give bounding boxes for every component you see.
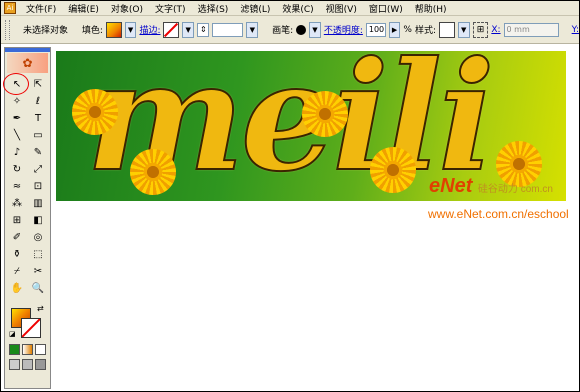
screen-mode-row: [5, 357, 50, 372]
scale-tool-icon[interactable]: ⤢: [28, 161, 48, 177]
slice-tool-icon[interactable]: ⌿: [7, 263, 27, 279]
gradient-tool-icon[interactable]: ◧: [28, 212, 48, 228]
line-tool-icon[interactable]: ╲: [7, 127, 27, 143]
app-icon[interactable]: Ai: [4, 2, 16, 14]
x-input[interactable]: 0 mm: [503, 22, 559, 37]
menu-view[interactable]: 视图(V): [320, 2, 363, 15]
direct-selection-tool-icon[interactable]: ⇱: [28, 76, 48, 92]
stroke-color-box[interactable]: [21, 318, 41, 338]
zoom-tool-icon[interactable]: 🔍: [28, 280, 48, 296]
menu-bar: Ai 文件(F) 编辑(E) 对象(O) 文字(T) 选择(S) 滤镜(L) 效…: [1, 1, 579, 16]
color-mode-icon[interactable]: [9, 344, 20, 355]
watermark-brand: eNet: [429, 175, 473, 197]
menu-effect[interactable]: 效果(C): [276, 2, 319, 15]
flower-logo-icon: ✿: [7, 53, 48, 73]
scissors-tool-icon[interactable]: ✂: [28, 263, 48, 279]
fill-label: 填色:: [81, 26, 103, 36]
rectangle-tool-icon[interactable]: ▭: [28, 127, 48, 143]
highlight-circle: [3, 73, 29, 95]
fill-dropdown[interactable]: ▼: [124, 21, 137, 38]
magic-wand-tool-icon[interactable]: ✧: [7, 93, 27, 109]
menu-type[interactable]: 文字(T): [149, 2, 192, 15]
watermark-sub: 硅谷动力 com.cn: [477, 184, 553, 195]
selection-tool-icon[interactable]: ↖: [3, 73, 29, 95]
menu-filter[interactable]: 滤镜(L): [234, 2, 276, 15]
live-paint-selection-tool-icon[interactable]: ⬚: [28, 246, 48, 262]
pencil-tool-icon[interactable]: ✎: [28, 144, 48, 160]
x-label: X:: [491, 24, 501, 35]
column-graph-tool-icon[interactable]: ▥: [28, 195, 48, 211]
menu-select[interactable]: 选择(S): [192, 2, 235, 15]
stroke-weight-stepper[interactable]: ⇕: [197, 22, 209, 37]
style-swatch[interactable]: [439, 21, 455, 38]
eyedropper-tool-icon[interactable]: ✐: [7, 229, 27, 245]
warp-tool-icon[interactable]: ≈: [7, 178, 27, 194]
illustrator-window: Ai 文件(F) 编辑(E) 对象(O) 文字(T) 选择(S) 滤镜(L) 效…: [0, 0, 580, 392]
live-paint-bucket-tool-icon[interactable]: ⚱: [7, 246, 27, 262]
paintbrush-tool-icon[interactable]: ♪: [7, 144, 27, 160]
swap-colors-icon[interactable]: ⇄: [37, 304, 44, 313]
standard-screen-mode-icon[interactable]: [9, 359, 20, 370]
opacity-unit: %: [403, 24, 412, 35]
tools-panel-titlebar[interactable]: [5, 48, 50, 52]
stroke-swatch[interactable]: [163, 21, 180, 38]
transform-icon[interactable]: ⊞: [472, 21, 489, 38]
color-mode-row: [5, 342, 50, 357]
stroke-weight-input[interactable]: [211, 22, 244, 37]
mesh-tool-icon[interactable]: ⊞: [7, 212, 27, 228]
blend-tool-icon[interactable]: ◎: [28, 229, 48, 245]
none-mode-icon[interactable]: [35, 344, 46, 355]
rotate-tool-icon[interactable]: ↻: [7, 161, 27, 177]
menu-help[interactable]: 帮助(H): [409, 2, 453, 15]
y-label: Y:: [571, 24, 579, 35]
menu-file[interactable]: 文件(F): [20, 2, 62, 15]
document-canvas[interactable]: meili eNet 硅谷动力 com.cn www.eNet.com.cn/e…: [54, 47, 579, 391]
full-screen-mode-icon[interactable]: [35, 359, 46, 370]
free-transform-tool-icon[interactable]: ⊡: [28, 178, 48, 194]
style-label: 样式:: [414, 26, 437, 36]
tools-panel: ✿ ↖ ⇱ ✧ ℓ ✒ T ╲ ▭ ♪ ✎ ↻ ⤢ ≈ ⊡ ⁂ ▥ ⊞ ◧ ✐ ◎ ⚱ ⬚ ⌿ ✂ ✋ 🔍 ⇄ ◪: [3, 47, 51, 389]
control-bar: 未选择对象 填色: ▼ 描边: ▼ ⇕ ▼ 画笔: ▼ 不透明度: 100 ▶ …: [1, 16, 579, 44]
gradient-mode-icon[interactable]: [22, 344, 33, 355]
flower-icon: [72, 89, 118, 135]
stroke-label[interactable]: 描边:: [139, 23, 160, 36]
menu-screen-mode-icon[interactable]: [22, 359, 33, 370]
pen-tool-icon[interactable]: ✒: [7, 110, 27, 126]
fill-swatch[interactable]: [105, 21, 122, 38]
fill-stroke-box: ⇄ ◪: [7, 304, 48, 340]
stroke-dropdown[interactable]: ▼: [182, 21, 195, 38]
menu-object[interactable]: 对象(O): [105, 2, 149, 15]
default-colors-icon[interactable]: ◪: [9, 330, 16, 338]
style-dropdown[interactable]: ▼: [457, 21, 470, 38]
hand-tool-icon[interactable]: ✋: [7, 280, 27, 296]
enet-watermark-logo: eNet 硅谷动力 com.cn: [429, 175, 553, 198]
menu-window[interactable]: 窗口(W): [363, 2, 409, 15]
lasso-tool-icon[interactable]: ℓ: [28, 93, 48, 109]
selection-status: 未选择对象: [22, 26, 68, 36]
flower-icon: [370, 147, 416, 193]
opacity-label[interactable]: 不透明度:: [324, 23, 363, 36]
opacity-arrow-icon[interactable]: ▶: [388, 21, 401, 38]
symbol-sprayer-tool-icon[interactable]: ⁂: [7, 195, 27, 211]
opacity-input[interactable]: 100: [365, 22, 386, 37]
type-tool-icon[interactable]: T: [28, 110, 48, 126]
stroke-weight-dropdown[interactable]: ▼: [246, 21, 259, 38]
brush-dropdown[interactable]: ▼: [309, 21, 321, 38]
tool-grid: ↖ ⇱ ✧ ℓ ✒ T ╲ ▭ ♪ ✎ ↻ ⤢ ≈ ⊡ ⁂ ▥ ⊞ ◧ ✐ ◎ ⚱ ⬚ ⌿ ✂ ✋ 🔍: [3, 73, 50, 298]
watermark-url: www.eNet.com.cn/eschool: [428, 207, 569, 221]
flower-icon: [302, 91, 348, 137]
control-bar-grip[interactable]: [5, 19, 10, 40]
brush-label: 画笔:: [272, 26, 294, 36]
brush-dot-icon[interactable]: [296, 24, 306, 35]
flower-icon: [130, 149, 176, 195]
menu-edit[interactable]: 编辑(E): [62, 2, 105, 15]
